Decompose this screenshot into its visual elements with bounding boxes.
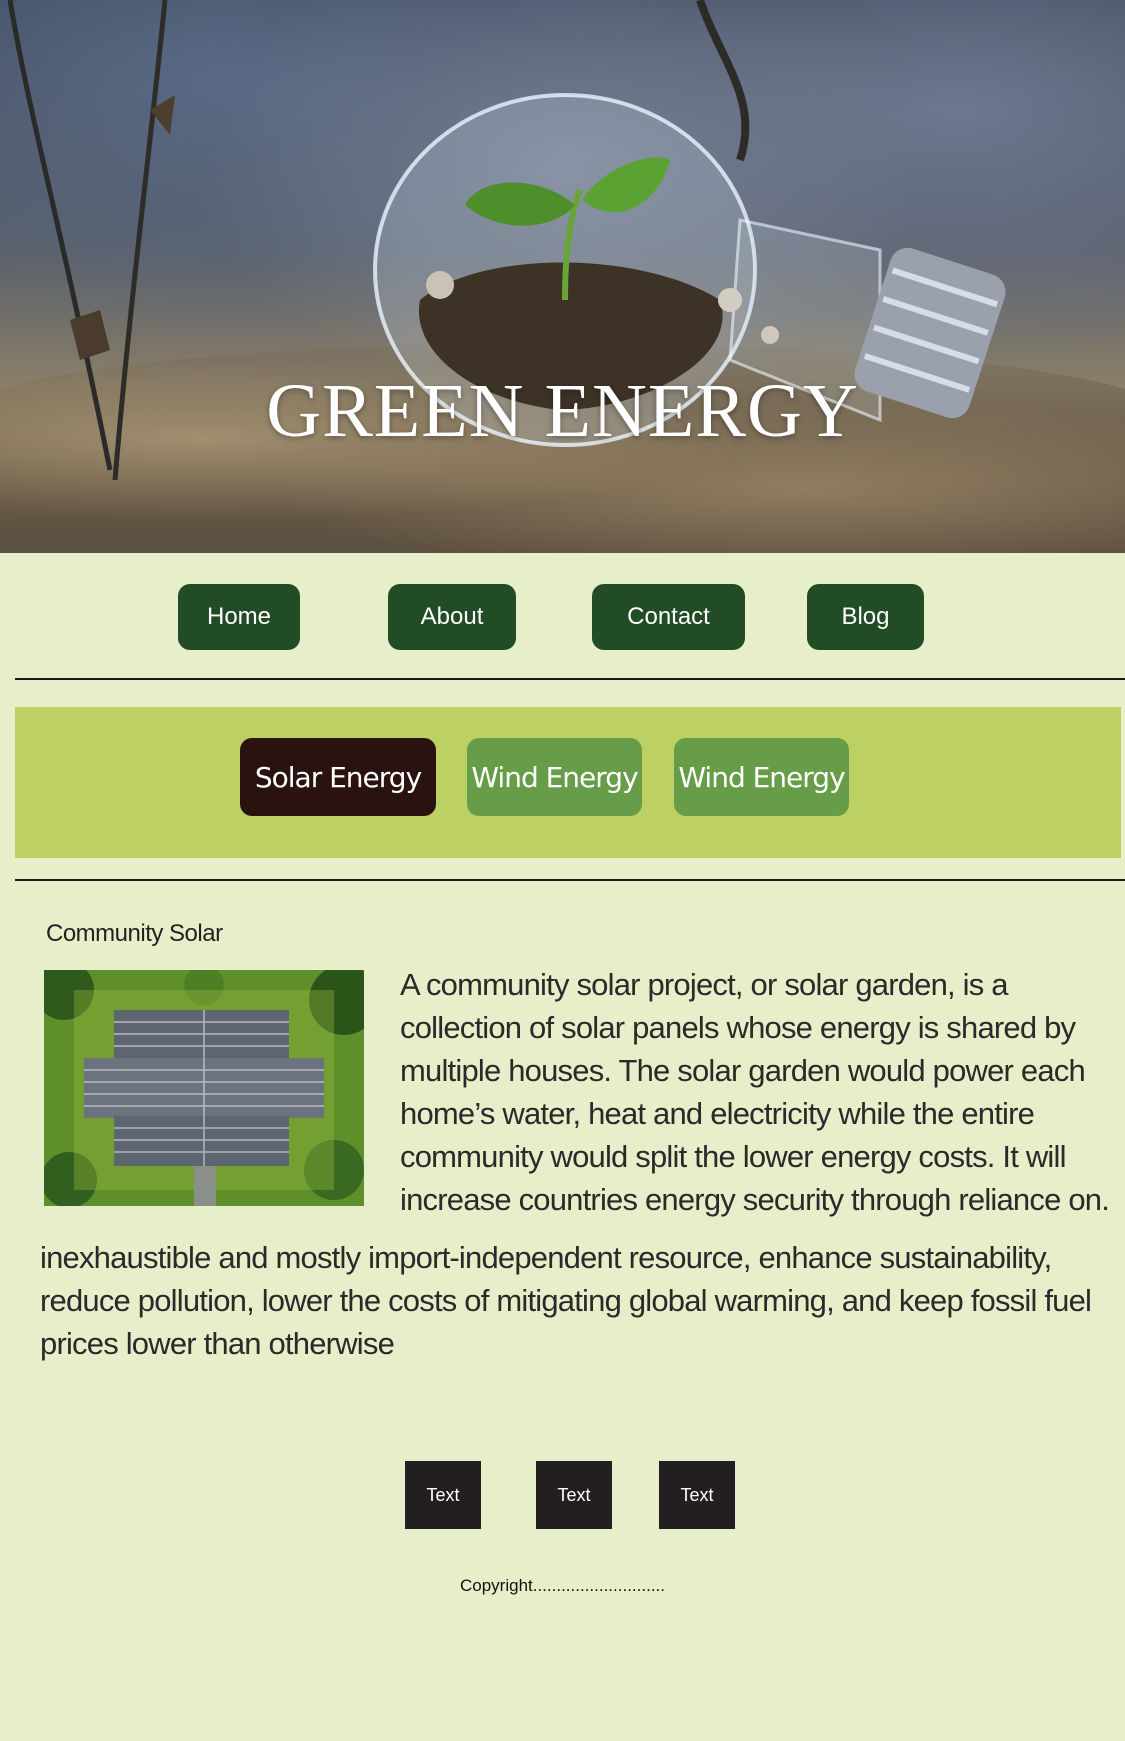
- article-paragraph-1: A community solar project, or solar gard…: [400, 967, 1110, 1217]
- nav-home-button[interactable]: Home: [178, 584, 300, 650]
- hero-title: GREEN ENERGY: [266, 369, 859, 453]
- hero-banner: GREEN ENERGY: [0, 0, 1125, 553]
- footer-text-button-2[interactable]: Text: [536, 1461, 612, 1529]
- tabs-divider: [15, 879, 1125, 881]
- nav-about-button[interactable]: About: [388, 584, 516, 650]
- energy-tab-bar: Solar Energy Wind Energy Wind Energy: [15, 707, 1121, 858]
- tab-wind-energy-2[interactable]: Wind Energy: [674, 738, 849, 816]
- footer-text-button-3[interactable]: Text: [659, 1461, 735, 1529]
- nav-blog-button[interactable]: Blog: [807, 584, 924, 650]
- copyright-text: Copyright............................: [459, 1576, 665, 1595]
- article-title: Community Solar: [46, 920, 223, 947]
- article-paragraph-2: inexhaustible and mostly import-independ…: [40, 1240, 1092, 1361]
- nav-divider: [15, 678, 1125, 680]
- lightbulb-plant-image: [7, 0, 1006, 481]
- tab-solar-energy[interactable]: Solar Energy: [240, 738, 436, 816]
- tab-wind-energy[interactable]: Wind Energy: [467, 738, 642, 816]
- nav-contact-button[interactable]: Contact: [592, 584, 745, 650]
- solar-garden-image: [44, 970, 364, 1206]
- footer-text-button-1[interactable]: Text: [405, 1461, 481, 1529]
- main-nav: Home About Contact Blog: [0, 584, 1125, 650]
